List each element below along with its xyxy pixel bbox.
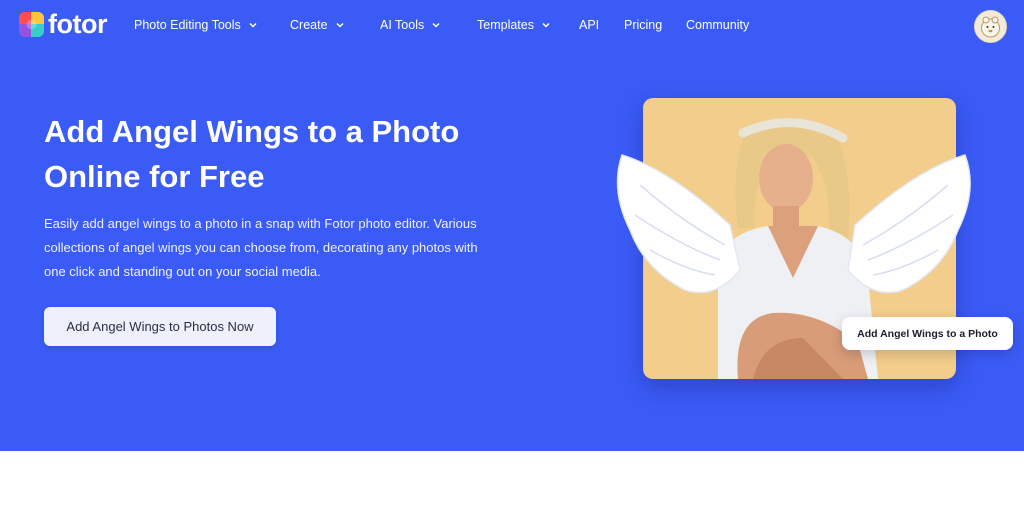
- chevron-down-icon: [432, 22, 440, 28]
- top-nav: fotor Photo Editing Tools Create AI Tool…: [0, 0, 1024, 50]
- nav-photo-editing-tools[interactable]: Photo Editing Tools: [134, 17, 259, 33]
- nav-api[interactable]: API: [579, 17, 599, 33]
- nav-community[interactable]: Community: [686, 17, 749, 33]
- avatar-illustration: [981, 16, 1000, 38]
- nav-pricing[interactable]: Pricing: [624, 17, 662, 33]
- user-avatar[interactable]: [974, 10, 1007, 43]
- image-caption-badge: Add Angel Wings to a Photo: [842, 317, 1013, 350]
- nav-label: Photo Editing Tools: [134, 18, 241, 32]
- chevron-down-icon: [542, 22, 550, 28]
- nav-label: Templates: [477, 18, 534, 32]
- hero-section: fotor Photo Editing Tools Create AI Tool…: [0, 0, 1024, 451]
- chevron-down-icon: [336, 22, 344, 28]
- page-title: Add Angel Wings to a Photo Online for Fr…: [44, 114, 460, 194]
- nav-label: Pricing: [624, 18, 663, 32]
- nav-ai-tools[interactable]: AI Tools: [380, 17, 442, 33]
- fotor-logo[interactable]: fotor: [19, 9, 107, 39]
- nav-label: Create: [290, 18, 328, 32]
- angel-wings-illustration: [616, 154, 971, 294]
- nav-templates[interactable]: Templates: [477, 17, 552, 33]
- chevron-down-icon: [249, 22, 257, 28]
- hero-description: Easily add angel wings to a photo in a s…: [44, 216, 478, 279]
- add-angel-wings-button[interactable]: Add Angel Wings to Photos Now: [44, 307, 276, 346]
- nav-label: Community: [686, 18, 750, 32]
- fotor-logo-icon: [19, 12, 44, 37]
- nav-create[interactable]: Create: [290, 17, 346, 33]
- nav-label: AI Tools: [380, 18, 425, 32]
- brand-name: fotor: [48, 9, 107, 39]
- nav-label: API: [579, 18, 600, 32]
